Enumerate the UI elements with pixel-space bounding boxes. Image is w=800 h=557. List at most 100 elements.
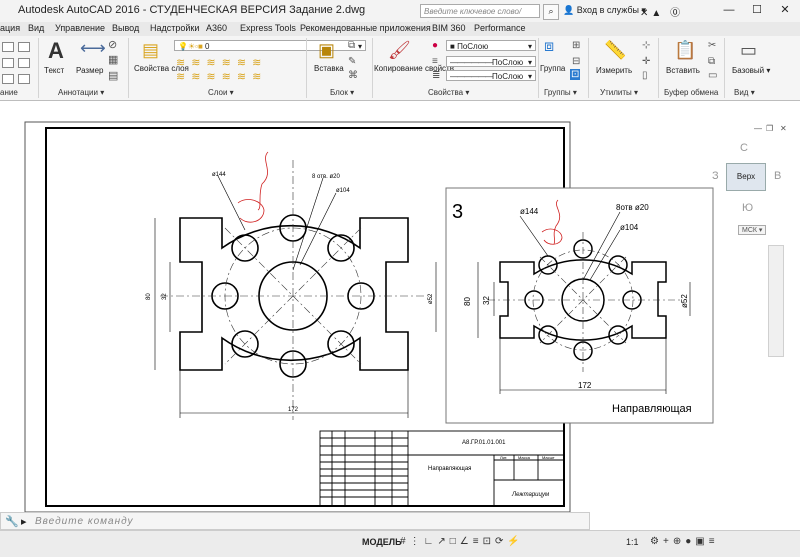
ortho-icon[interactable]: ∟ xyxy=(424,536,438,547)
draw-tool-icon[interactable] xyxy=(2,42,14,52)
text-icon[interactable]: A xyxy=(48,38,64,64)
command-input[interactable]: Введите команду xyxy=(35,516,134,527)
tab-addins[interactable]: Надстройки xyxy=(150,23,199,33)
linetype-icon[interactable]: ≡ xyxy=(432,56,438,67)
panel-clipboard-label[interactable]: Буфер обмена xyxy=(664,88,718,97)
tab-output[interactable]: Вывод xyxy=(112,23,139,33)
title-tools[interactable]: ✕▲ ⓪ xyxy=(640,4,683,19)
insert-block-icon[interactable]: ▣ xyxy=(318,40,335,61)
a360-icon[interactable]: ▲ xyxy=(651,8,664,19)
dimension-button[interactable]: Размер xyxy=(76,66,104,75)
layer-tools-icon[interactable]: ≋≋≋≋≋≋ xyxy=(176,70,267,83)
group-icon[interactable]: ⧈ xyxy=(544,38,554,56)
tab-performance[interactable]: Performance xyxy=(474,23,526,33)
isolate-icon[interactable]: ● xyxy=(685,536,695,547)
match-properties-button[interactable]: Копирование свойств xyxy=(374,64,454,73)
settings-icon[interactable]: ⚙ xyxy=(650,536,663,547)
close-button[interactable]: ✕ xyxy=(772,0,798,20)
paste-button[interactable]: Вставить xyxy=(666,66,700,75)
calculator-icon[interactable]: ▯ xyxy=(642,70,648,81)
insert-button[interactable]: Вставка xyxy=(314,64,344,73)
block-attr-icon[interactable]: ⌘ xyxy=(348,70,358,81)
model-space-button[interactable]: МОДЕЛЬ xyxy=(362,537,402,547)
hardware-accel-icon[interactable]: ⊕ xyxy=(673,536,685,547)
polar-icon[interactable]: ↗ xyxy=(437,536,449,547)
tab-annotation[interactable]: ация xyxy=(0,23,20,33)
annotation-scale[interactable]: 1:1 xyxy=(626,537,639,547)
drawing-area[interactable] xyxy=(0,108,800,512)
navcube-south[interactable]: Ю xyxy=(742,202,753,214)
edit-block-icon[interactable]: ✎ xyxy=(348,56,356,67)
navcube-west[interactable]: З xyxy=(712,170,719,182)
tab-manage[interactable]: Управление xyxy=(55,23,105,33)
tab-express-tools[interactable]: Express Tools xyxy=(240,23,296,33)
markup-icon[interactable]: ▤ xyxy=(108,69,118,82)
base-view-button[interactable]: Базовый ▾ xyxy=(732,66,770,75)
id-point-icon[interactable]: ✛ xyxy=(642,56,650,67)
panel-modify-label[interactable]: ание xyxy=(0,88,18,97)
transparency-icon[interactable]: ⊡ xyxy=(483,536,495,547)
quick-calc-icon[interactable]: ⊹ xyxy=(642,40,650,51)
draw-tool-icon[interactable] xyxy=(2,58,14,68)
wcs-menu[interactable]: МСК ▾ xyxy=(738,225,767,235)
viewport-close-icon[interactable]: ✕ xyxy=(780,124,787,133)
ungroup-icon[interactable]: ⊞ xyxy=(572,40,580,51)
osnap-icon[interactable]: □ xyxy=(450,536,460,547)
measure-button[interactable]: Измерить xyxy=(596,66,632,75)
customize-icon[interactable]: ≡ xyxy=(709,536,719,547)
tab-bim360[interactable]: BIM 360 xyxy=(432,23,466,33)
color-dropdown[interactable]: ■ ПоСлою ▾ xyxy=(446,40,536,51)
modify-tool-icon[interactable] xyxy=(18,74,30,84)
navcube-top[interactable]: Верх xyxy=(726,163,766,191)
exchange-icon[interactable]: ✕ xyxy=(640,8,651,19)
maximize-button[interactable]: ☐ xyxy=(744,0,770,20)
annotation-icon[interactable]: ⚡ xyxy=(507,536,523,547)
wrench-icon[interactable]: 🔧 xyxy=(5,515,19,528)
tab-a360[interactable]: A360 xyxy=(206,23,227,33)
color-wheel-icon[interactable]: ● xyxy=(432,40,438,51)
lineweight-icon[interactable]: ≣ xyxy=(432,70,440,81)
layer-properties-button[interactable]: Свойства слоя xyxy=(134,64,189,73)
base-view-icon[interactable]: ▭ xyxy=(740,40,757,61)
plus-icon[interactable]: + xyxy=(663,536,673,547)
modify-tool-icon[interactable] xyxy=(18,42,30,52)
navcube-east[interactable]: В xyxy=(774,170,781,182)
panel-utilities-label[interactable]: Утилиты ▾ xyxy=(600,88,638,97)
viewport-restore-icon[interactable]: ❐ xyxy=(766,124,773,133)
navcube-north[interactable]: С xyxy=(740,142,748,154)
group-edit-icon[interactable]: ⊟ xyxy=(572,56,580,67)
match-properties-icon[interactable]: 🖌 xyxy=(388,40,411,61)
tab-featured-apps[interactable]: Рекомендованные приложения xyxy=(300,23,431,33)
panel-groups-label[interactable]: Группы ▾ xyxy=(544,88,577,97)
dimension-icon[interactable]: ⟷ xyxy=(80,38,106,59)
modify-tool-icon[interactable] xyxy=(18,58,30,68)
login-button[interactable]: 👤 Вход в службы ▾ xyxy=(563,5,646,16)
search-icon[interactable]: ⌕ xyxy=(543,4,559,20)
tab-view[interactable]: Вид xyxy=(28,23,44,33)
grid-icon[interactable]: # xyxy=(400,536,410,547)
panel-properties-label[interactable]: Свойства ▾ xyxy=(428,88,469,97)
measure-icon[interactable]: 📏 xyxy=(604,40,626,61)
viewport-minimize-icon[interactable]: — xyxy=(754,124,762,133)
navigation-bar[interactable] xyxy=(768,245,784,357)
snap-icon[interactable]: ⋮ xyxy=(410,536,424,547)
group-button[interactable]: Группа xyxy=(540,64,565,73)
group-select-icon[interactable]: ⊡ xyxy=(570,69,581,80)
linetype-dropdown[interactable]: ——————ПоСлою ▾ xyxy=(446,56,536,67)
cut-icon[interactable]: ✂ xyxy=(708,40,716,51)
draw-tool-icon[interactable] xyxy=(2,74,14,84)
panel-view-label[interactable]: Вид ▾ xyxy=(734,88,755,97)
leader-icon[interactable]: ⊘ xyxy=(108,38,117,51)
table-icon[interactable]: ▦ xyxy=(108,53,118,66)
lineweight-toggle-icon[interactable]: ≡ xyxy=(473,536,483,547)
panel-block-label[interactable]: Блок ▾ xyxy=(330,88,354,97)
copy-base-icon[interactable]: ▭ xyxy=(708,70,717,81)
otrack-icon[interactable]: ∠ xyxy=(460,536,473,547)
copy-icon[interactable]: ⧉ xyxy=(708,56,715,67)
layer-dropdown[interactable]: 💡☀▫■ 0 ▾ xyxy=(174,40,366,51)
panel-layers-label[interactable]: Слои ▾ xyxy=(208,88,234,97)
drafting-aids[interactable]: #⋮∟↗□∠≡⊡⟳⚡ xyxy=(400,536,524,547)
status-tools[interactable]: ⚙+⊕●▣≡ xyxy=(650,536,719,547)
panel-annotations-label[interactable]: Аннотации ▾ xyxy=(58,88,104,97)
clean-screen-icon[interactable]: ▣ xyxy=(695,536,708,547)
